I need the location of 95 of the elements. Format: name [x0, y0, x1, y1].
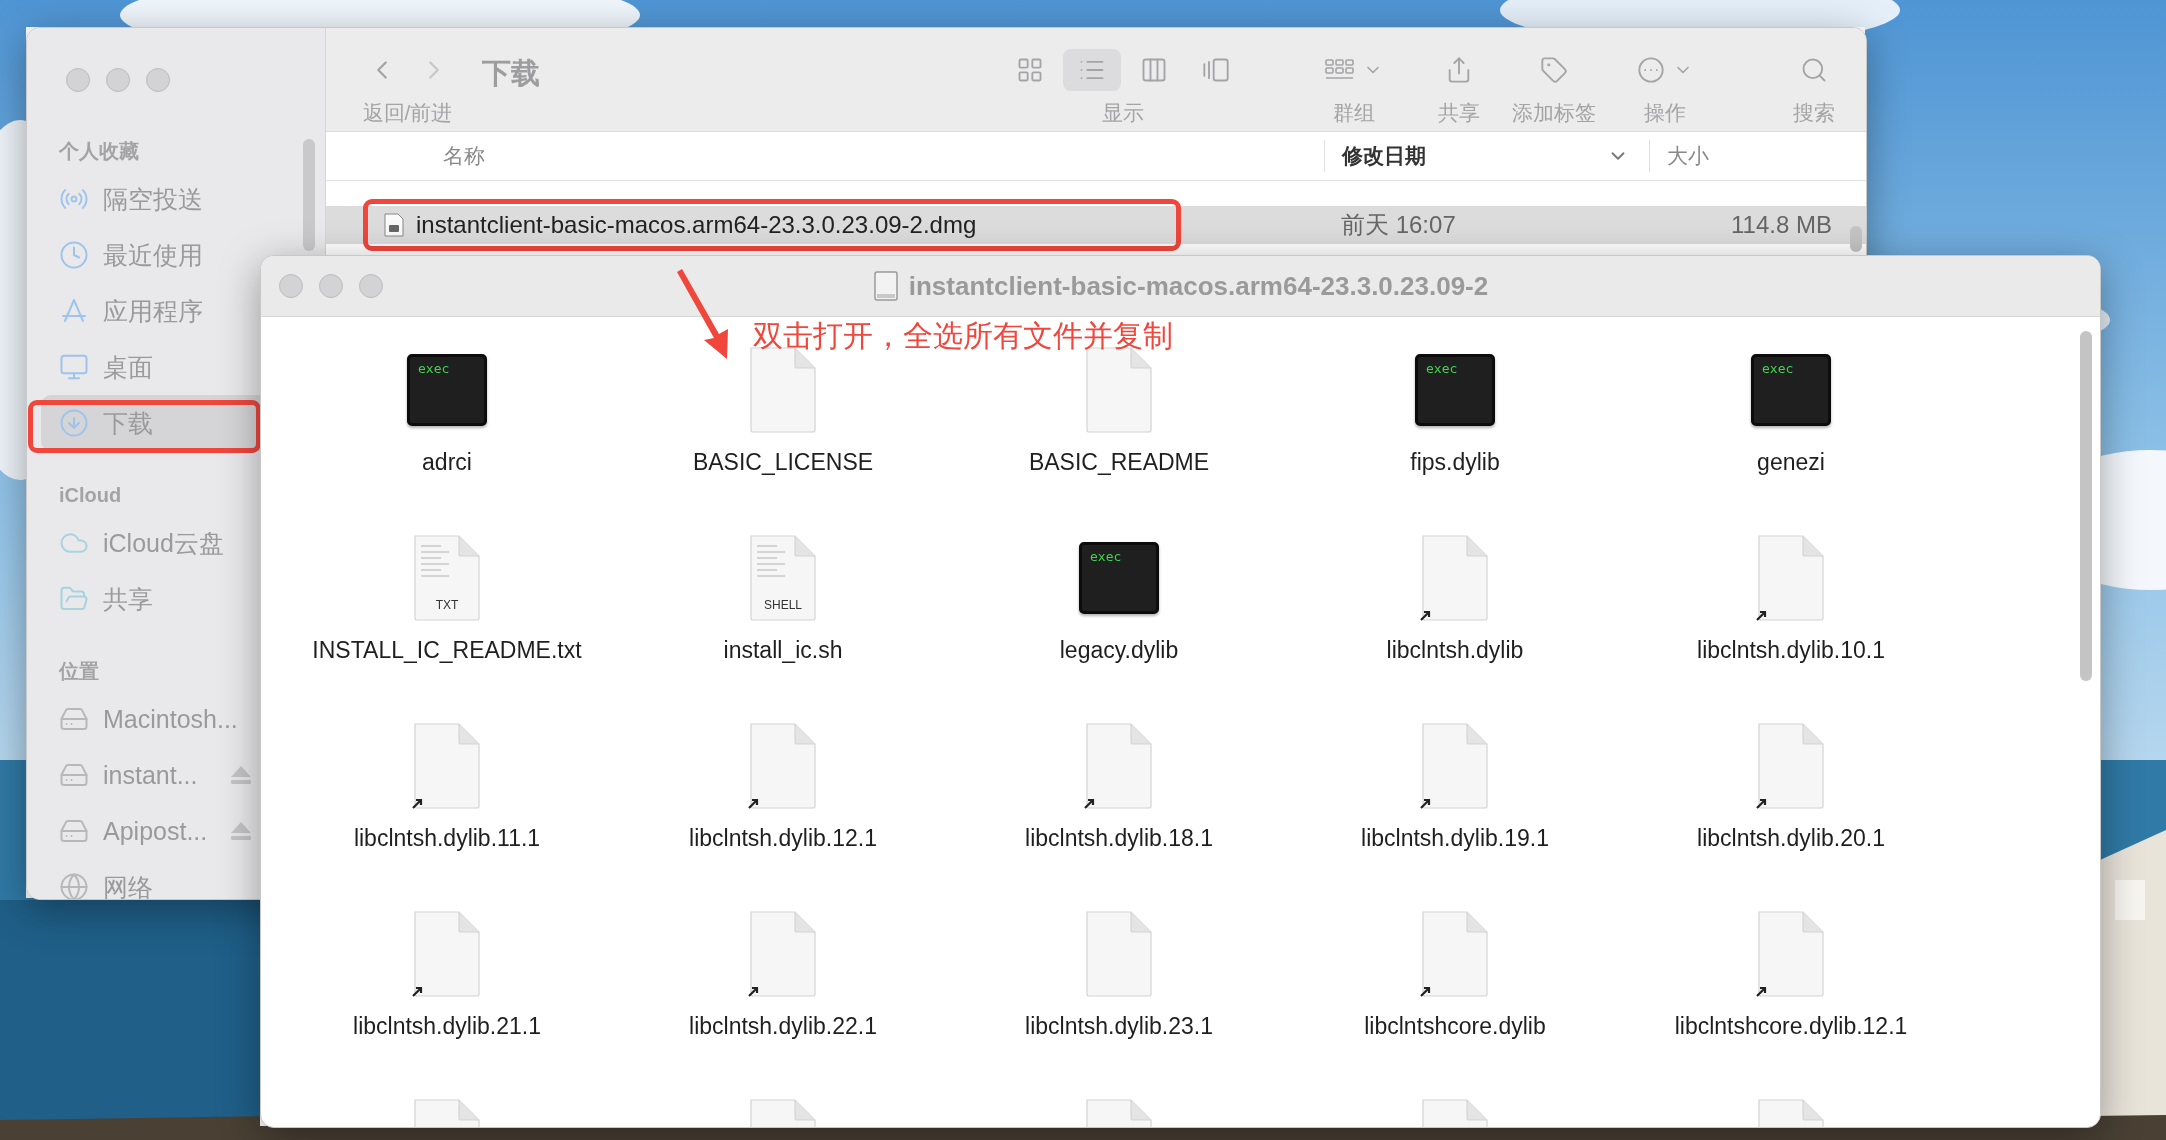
file-name[interactable]: BASIC_README [1028, 449, 1210, 475]
column-title[interactable]: 修改日期 [1342, 142, 1607, 170]
shortcut-document-icon [1419, 910, 1491, 998]
window-control[interactable] [106, 68, 130, 92]
shortcut-document-icon [747, 910, 819, 998]
file-name[interactable]: genezi [1757, 449, 1825, 475]
file-name[interactable]: libclntsh.dylib.19.1 [1361, 825, 1549, 851]
eject-icon[interactable] [230, 821, 252, 841]
window-control[interactable] [146, 68, 170, 92]
icon-label: SHELL [763, 598, 803, 612]
file-name[interactable]: adrci [422, 449, 472, 475]
text-document-icon [747, 534, 819, 622]
toolbar-label: 搜索 [1793, 101, 1835, 125]
window-title: 下载 [482, 57, 540, 89]
file-row[interactable]: instantclient-basic-macos.arm64-23.3.0.23.09-2.dmg 前天 16:07 114.8 MB [326, 206, 1866, 244]
file-name[interactable]: libclntsh.dylib.21.1 [353, 1013, 541, 1039]
text-document-icon [411, 534, 483, 622]
toolbar-label: 操作 [1644, 101, 1686, 125]
sidebar-heading: 个人收藏 [59, 138, 139, 164]
globe-icon [59, 872, 89, 899]
icon-label: exec [1426, 361, 1458, 376]
shortcut-document-icon [747, 722, 819, 810]
shortcut-document-icon [411, 722, 483, 810]
sidebar-item-label: 最近使用 [103, 239, 204, 271]
file-name[interactable]: libclntshcore.dylib [1364, 1013, 1546, 1039]
scroll-bar[interactable] [1850, 226, 1862, 252]
sidebar-item-label: 下载 [103, 407, 154, 439]
file-name[interactable]: legacy.dylib [1059, 637, 1179, 663]
file-date: 前天 16:07 [1340, 210, 1457, 240]
group-grid-icon [1325, 58, 1355, 82]
file-name[interactable]: libclntsh.dylib.10.1 [1697, 637, 1885, 663]
file-name[interactable]: install_ic.sh [723, 637, 843, 663]
column-title[interactable]: 大小 [1667, 142, 1846, 170]
sidebar-item-label: 隔空投送 [103, 183, 204, 215]
icon-label: TXT [434, 598, 460, 612]
file-name[interactable]: libclntshcore.dylib.12.1 [1674, 1013, 1908, 1039]
sidebar-item-label: Macintosh... [103, 704, 239, 734]
toolbar-label: 群组 [1333, 101, 1375, 125]
shortcut-document-icon [411, 910, 483, 998]
scroll-bar[interactable] [303, 139, 315, 251]
clock-icon [59, 240, 89, 270]
gallery-icon [1202, 56, 1230, 84]
icon-label: exec [418, 361, 450, 376]
download-icon [59, 408, 89, 438]
file-name[interactable]: libclntsh.dylib [1386, 637, 1524, 663]
toolbar-label: 显示 [1102, 101, 1144, 125]
window-control[interactable] [319, 274, 343, 298]
eject-icon[interactable] [230, 765, 252, 785]
window-control[interactable] [66, 68, 90, 92]
file-name[interactable]: fips.dylib [1410, 449, 1500, 475]
sidebar-item-label: iCloud云盘 [103, 527, 225, 559]
file-name[interactable]: libclntsh.dylib.20.1 [1697, 825, 1885, 851]
column-title[interactable]: 名称 [443, 142, 1304, 170]
view-button[interactable] [1063, 49, 1121, 91]
more-icon [1637, 56, 1665, 84]
shortcut-document-icon [1083, 722, 1155, 810]
toolbar-label: 共享 [1438, 101, 1480, 125]
search-icon [1800, 56, 1828, 84]
window-control[interactable] [359, 274, 383, 298]
document-icon [1083, 910, 1155, 998]
sidebar-item-label: 应用程序 [103, 295, 204, 327]
sidebar-item-label: Apipost... [103, 816, 209, 846]
file-name[interactable]: INSTALL_IC_README.txt [312, 637, 582, 663]
disk-image-icon [384, 213, 404, 237]
drive-icon [872, 271, 899, 301]
shortcut-document-icon [1419, 722, 1491, 810]
annotation-text: 双击打开，全选所有文件并复制 [753, 318, 1173, 354]
shortcut-document-icon [1419, 534, 1491, 622]
shortcut-document-icon [1755, 722, 1827, 810]
file-name: instantclient-basic-macos.arm64-23.3.0.23.09-2.dmg [416, 211, 977, 239]
desktop-icon [59, 352, 89, 382]
shortcut-document-icon [1755, 534, 1827, 622]
file-name[interactable]: libclntsh.dylib.11.1 [353, 825, 541, 851]
shortcut-document-icon [1755, 910, 1827, 998]
file-name[interactable]: BASIC_LICENSE [692, 449, 874, 475]
icon-label: exec [1762, 361, 1794, 376]
icon-label: exec [1090, 549, 1122, 564]
tag-icon [1540, 56, 1568, 84]
toolbar-label: 添加标签 [1512, 101, 1596, 125]
sidebar-item-label: 共享 [103, 583, 154, 615]
file-name[interactable]: libclntsh.dylib.12.1 [689, 825, 877, 851]
toolbar-label: 返回/前进 [362, 101, 453, 125]
file-name[interactable]: libclntsh.dylib.18.1 [1025, 825, 1213, 851]
sidebar-heading: 位置 [59, 658, 99, 684]
sidebar-item-label: 桌面 [103, 351, 154, 383]
grid-icon [1016, 56, 1044, 84]
window-title: instantclient-basic-macos.arm64-23.3.0.23.09-2 [908, 270, 1489, 302]
file-name[interactable]: libclntsh.dylib.22.1 [689, 1013, 877, 1039]
columns-icon [1140, 56, 1168, 84]
window-control[interactable] [279, 274, 303, 298]
file-size: 114.8 MB [1730, 211, 1832, 239]
file-name[interactable]: libclntsh.dylib.23.1 [1025, 1013, 1213, 1039]
sidebar-heading: iCloud [59, 483, 122, 507]
sidebar-item-label: instant... [103, 760, 199, 790]
sidebar-item-label: 网络 [103, 871, 154, 899]
